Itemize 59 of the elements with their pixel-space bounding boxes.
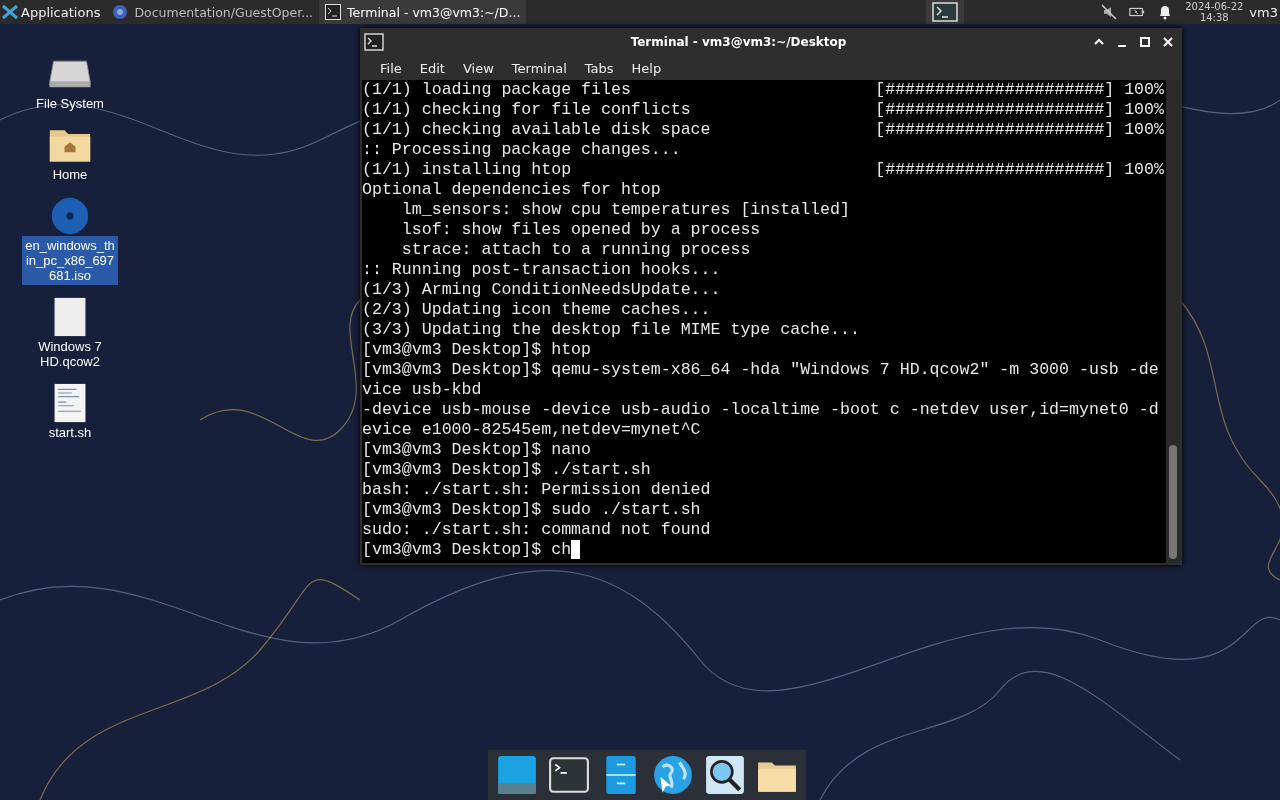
app-menu-icon <box>2 4 18 20</box>
terminal-line: vice usb-kbd <box>362 380 482 400</box>
user-name[interactable]: vm3 <box>1249 4 1278 20</box>
menu-item[interactable]: Tabs <box>574 60 622 76</box>
desktop-icon-label[interactable]: Home <box>22 165 118 184</box>
menu-item[interactable]: File <box>370 60 410 76</box>
text-cursor <box>571 540 581 559</box>
terminal-line: [vm3@vm3 Desktop]$ qemu-system-x86_64 -hda "Windows 7 HD.qcow2" -m 3000 -usb -de <box>362 360 1159 380</box>
show-desktop-icon[interactable] <box>496 754 538 796</box>
terminal-line: (1/1) checking for file conflicts <box>362 100 691 120</box>
progress-text: [######################] 100% <box>875 100 1164 120</box>
terminal-line: (1/1) checking available disk space <box>362 120 711 140</box>
terminal-icon[interactable] <box>926 0 965 24</box>
desktop-icon-label[interactable]: File System <box>22 94 118 113</box>
applications-menu[interactable]: Applications <box>0 0 107 24</box>
menu-item[interactable]: Edit <box>409 60 453 76</box>
terminal-line: [vm3@vm3 Desktop]$ ./start.sh <box>362 460 651 480</box>
terminal-icon[interactable] <box>548 754 590 796</box>
terminal-line: (3/3) Updating the desktop file MIME type cache... <box>362 320 860 340</box>
terminal-line: (2/3) Updating icon theme caches... <box>362 300 711 320</box>
terminal-icon <box>364 33 384 51</box>
terminal-line: Optional dependencies for htop <box>362 180 661 200</box>
globe-with-pointer-icon[interactable] <box>652 754 694 796</box>
desktop-icon-label[interactable]: start.sh <box>22 423 118 442</box>
taskbar-window-button[interactable]: Terminal - vm3@vm3:~/D... <box>319 0 527 24</box>
terminal-line: lm_sensors: show cpu temperatures [installed] <box>400 200 850 220</box>
terminal-line: :: Processing package changes... <box>362 140 681 160</box>
menu-item[interactable]: Help <box>621 60 670 76</box>
terminal-line: :: Running post-transaction hooks... <box>362 260 721 280</box>
terminal-line: (1/1) loading package files <box>362 80 631 100</box>
terminal-line: [vm3@vm3 Desktop]$ sudo ./start.sh <box>362 500 701 520</box>
taskbar-window-button[interactable]: Documentation/GuestOper... <box>106 0 320 24</box>
terminal-line: [vm3@vm3 Desktop]$ htop <box>362 340 592 360</box>
terminal-line: (1/3) Arming ConditionNeedsUpdate... <box>362 280 721 300</box>
window-title: Terminal - vm3@vm3:~/Desktop <box>629 35 848 49</box>
terminal-prompt: [vm3@vm3 Desktop]$ ch <box>362 540 572 560</box>
terminal-icon <box>325 4 342 20</box>
close-icon[interactable] <box>1162 36 1174 48</box>
desktop-icon-label[interactable]: Windows 7 HD.qcow2 <box>22 337 118 371</box>
progress-text: [######################] 100% <box>875 160 1164 180</box>
scrollbar-thumb[interactable] <box>1169 445 1177 559</box>
progress-text: [######################] 100% <box>875 120 1164 140</box>
search-icon[interactable] <box>704 754 746 796</box>
terminal-line: sudo: ./start.sh: command not found <box>362 520 711 540</box>
terminal-line: (1/1) installing htop <box>362 160 572 180</box>
maximize-icon[interactable] <box>1139 36 1151 48</box>
terminal-line: [vm3@vm3 Desktop]$ nano <box>362 440 592 460</box>
terminal-line: -device usb-mouse -device usb-audio -localtime -boot c -netdev user,id=mynet0 -d <box>362 400 1159 420</box>
terminal-line: lsof: show files opened by a process <box>400 220 761 240</box>
clock[interactable]: 2024-06-22 14:38 <box>1185 1 1244 23</box>
progress-text: [######################] 100% <box>875 80 1164 100</box>
muted-speaker-icon[interactable] <box>1101 4 1118 20</box>
terminal-line: evice e1000-82545em,netdev=mynet^C <box>362 420 701 440</box>
terminal-line: bash: ./start.sh: Permission denied <box>362 480 711 500</box>
desktop-icon-label[interactable]: en_windows_thin_pc_x86_697681.iso <box>22 236 118 285</box>
menu-item[interactable]: View <box>452 60 502 76</box>
menu-item[interactable]: Terminal <box>501 60 575 76</box>
terminal-line: strace: attach to a running process <box>400 240 751 260</box>
globe-icon <box>112 4 129 20</box>
